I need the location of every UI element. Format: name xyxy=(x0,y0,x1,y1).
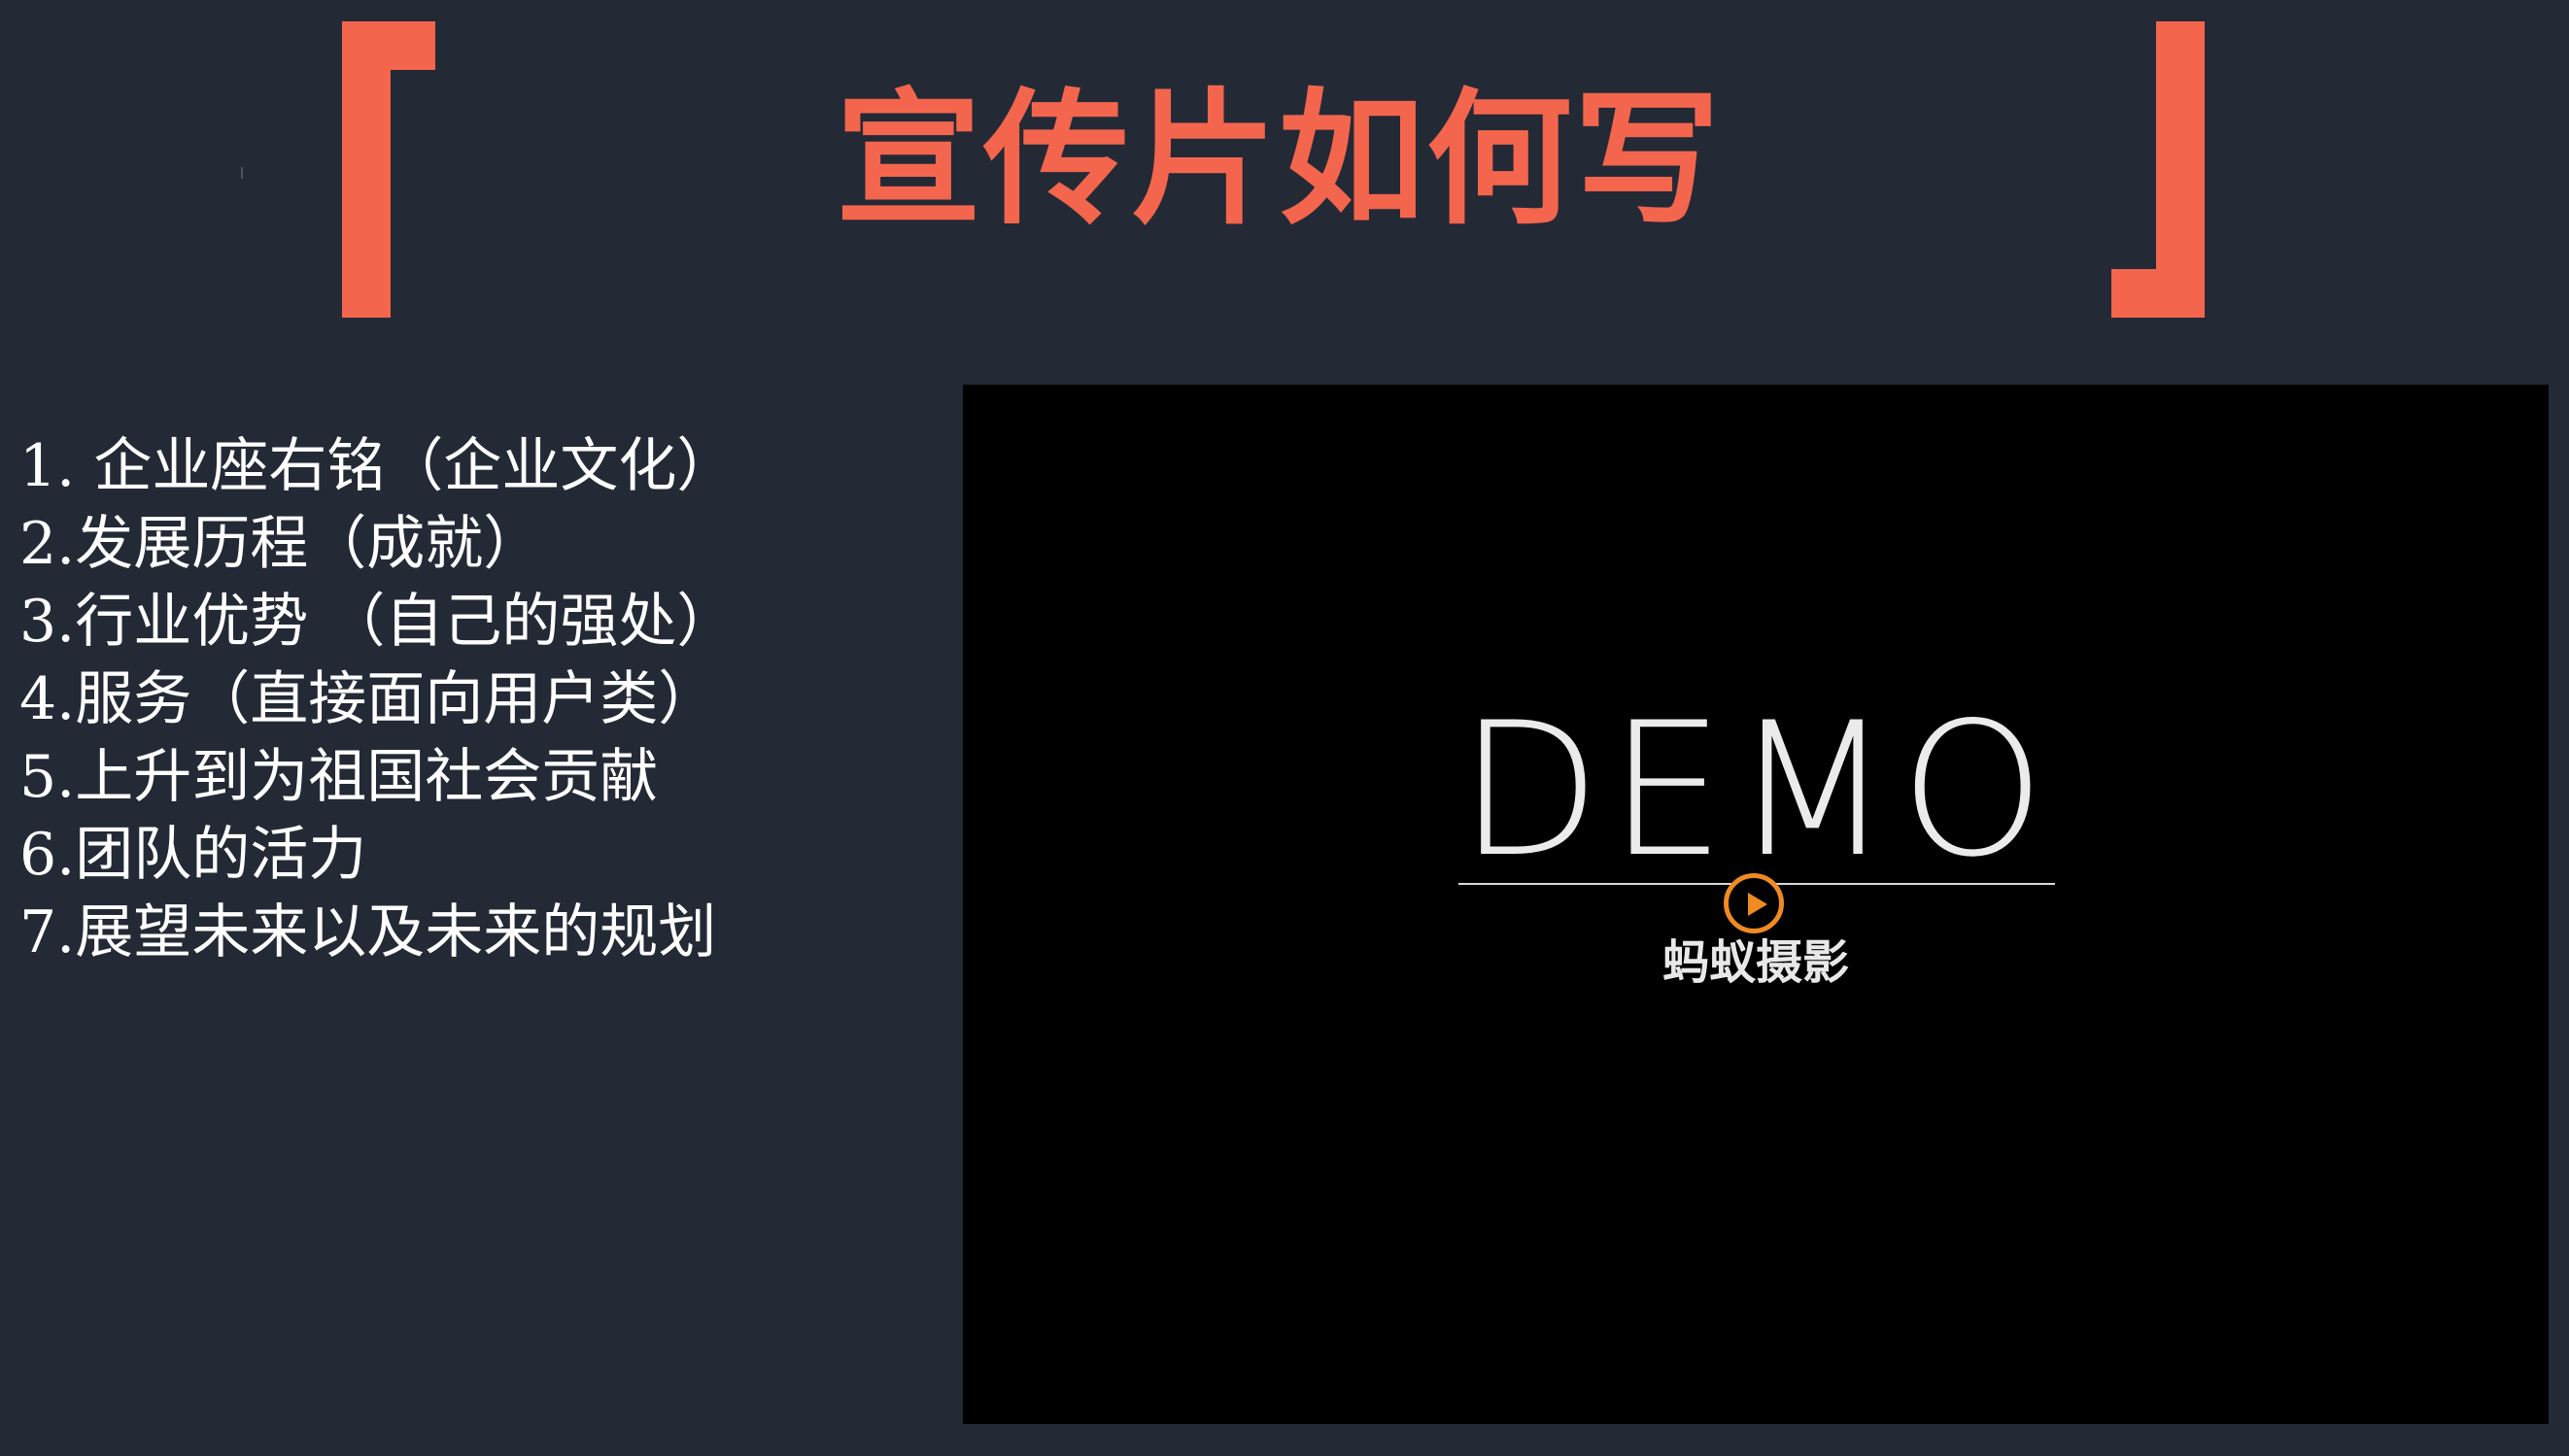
video-player[interactable]: DEMO 蚂蚁摄影 xyxy=(963,385,2549,1424)
list-item: 4.服务（直接面向用户类） xyxy=(19,665,717,733)
list-item: 7.展望未来以及未来的规划 xyxy=(19,898,717,966)
slide-title: 宣传片如何写 xyxy=(836,76,1723,245)
topic-list: 1. 企业座右铭（企业文化） 2.发展历程（成就） 3.行业优势 （自己的强处）… xyxy=(19,427,952,971)
small-mark xyxy=(241,167,243,179)
list-item: 2.发展历程（成就） xyxy=(19,510,542,578)
list-item: 3.行业优势 （自己的强处） xyxy=(19,588,736,656)
list-item: 5.上升到为祖国社会贡献 xyxy=(19,743,659,811)
demo-text: DEMO xyxy=(1458,683,2053,897)
list-item: 1. 企业座右铭（企业文化） xyxy=(19,432,736,500)
slide: 宣传片如何写 1. 企业座右铭（企业文化） 2.发展历程（成就） 3.行业优势 … xyxy=(0,0,2569,1456)
play-icon[interactable] xyxy=(1724,873,1784,933)
play-triangle xyxy=(1748,893,1767,916)
list-item: 6.团队的活力 xyxy=(19,821,367,889)
brand-logo-text: 蚂蚁摄影 xyxy=(1661,935,1849,990)
